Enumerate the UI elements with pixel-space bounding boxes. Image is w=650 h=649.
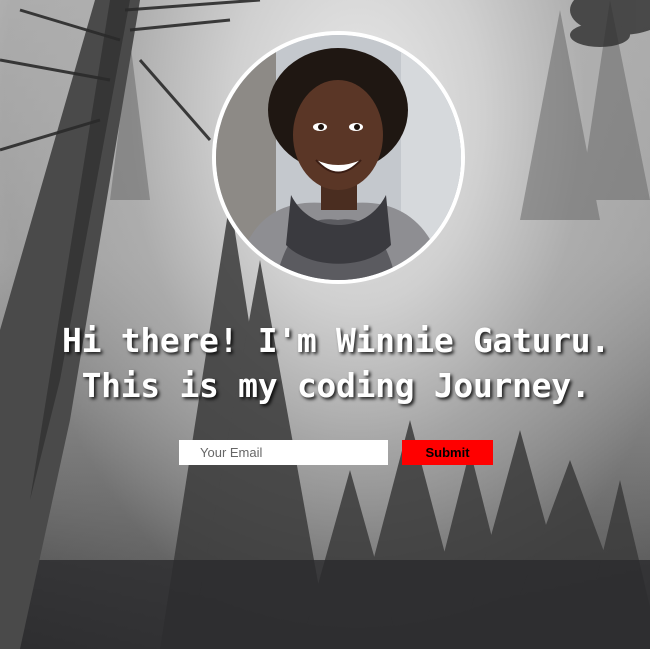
email-input[interactable] [179, 440, 388, 465]
submit-button[interactable]: Submit [402, 440, 493, 465]
profile-photo-image [216, 35, 461, 280]
headline-line-1: Hi there! I'm Winnie Gaturu. [62, 321, 610, 360]
profile-avatar [212, 31, 465, 284]
intro-headline: Hi there! I'm Winnie Gaturu. This is my … [0, 318, 650, 408]
headline-line-2: This is my coding Journey. [81, 366, 591, 405]
email-signup-form: Submit [179, 440, 493, 465]
